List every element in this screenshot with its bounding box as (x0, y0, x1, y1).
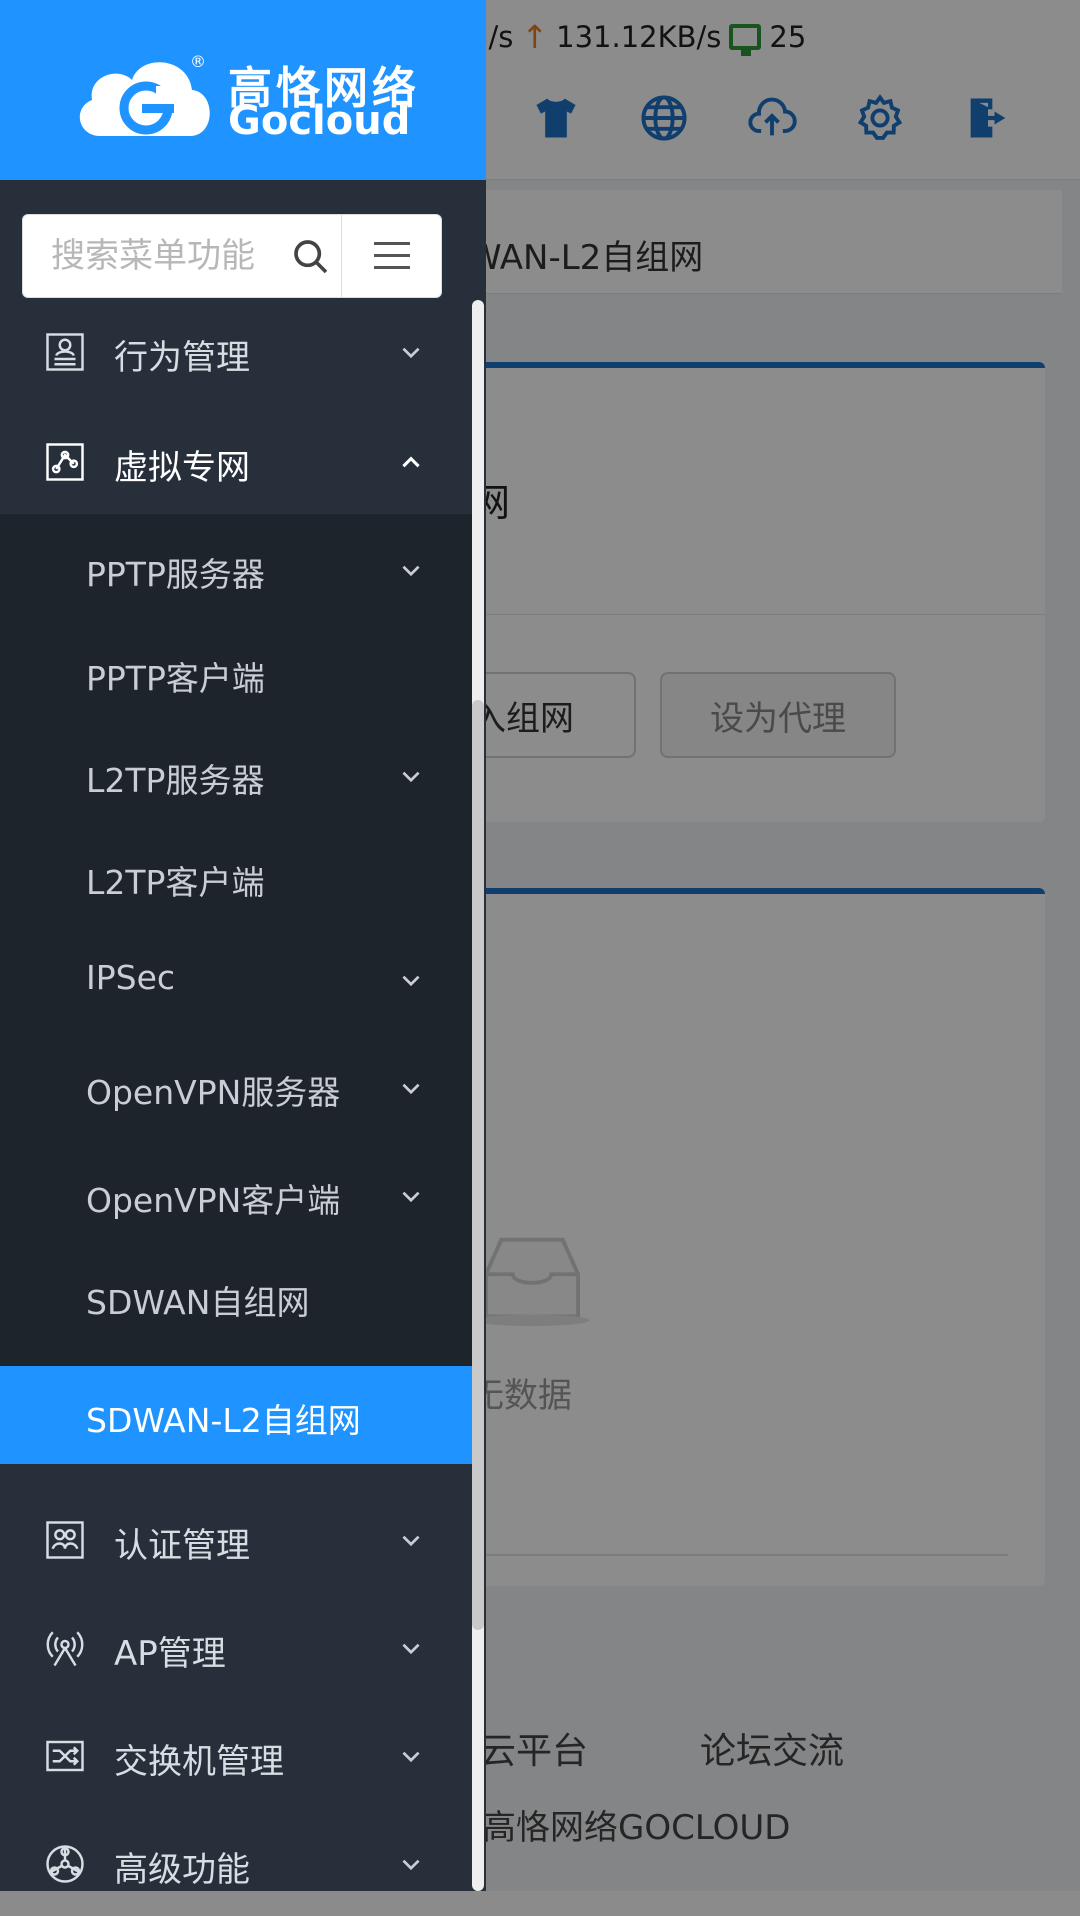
chevron-down-icon (402, 1083, 420, 1095)
chevron-down-icon (402, 347, 420, 359)
menu-item-label: 交换机管理 (114, 1742, 284, 1782)
sub-item-label: SDWAN自组网 (86, 1283, 310, 1322)
sub-item-pptp-server[interactable]: PPTP服务器 (0, 514, 472, 618)
sidebar-scrollbar-thumb[interactable] (472, 700, 484, 1630)
chevron-up-icon (402, 456, 420, 468)
menu-item-behavior[interactable]: 行为管理 (0, 300, 472, 404)
chevron-down-icon (402, 771, 420, 783)
vpn-network-icon (46, 443, 84, 481)
brand-header: ® 高恪网络 Gocloud (0, 0, 486, 180)
search-icon[interactable] (291, 237, 331, 277)
auth-users-icon (46, 1521, 84, 1559)
menu-item-label: 认证管理 (114, 1526, 250, 1566)
sub-item-sdwan-l2[interactable]: SDWAN-L2自组网 (0, 1366, 472, 1464)
sub-item-l2tp-client[interactable]: L2TP客户端 (0, 822, 472, 926)
sub-item-label: IPSec (86, 958, 176, 997)
menu-item-advanced[interactable]: 高级功能 (0, 1812, 472, 1916)
sub-item-label: PPTP服务器 (86, 555, 265, 594)
switch-icon (46, 1740, 84, 1772)
menu-item-label: 高级功能 (114, 1850, 250, 1890)
chevron-down-icon (402, 1535, 420, 1547)
sub-item-label: L2TP服务器 (86, 761, 265, 800)
menu-item-ap[interactable]: AP管理 (0, 1596, 472, 1700)
sub-item-label: OpenVPN服务器 (86, 1073, 341, 1112)
sub-item-label: L2TP客户端 (86, 863, 265, 902)
sub-item-sdwan[interactable]: SDWAN自组网 (0, 1246, 472, 1346)
menu-item-vpn[interactable]: 虚拟专网 (0, 410, 472, 514)
menu-search (22, 214, 442, 298)
sub-item-l2tp-server[interactable]: L2TP服务器 (0, 720, 472, 824)
chevron-down-icon (402, 1751, 420, 1763)
menu-item-label: AP管理 (114, 1634, 226, 1674)
behavior-icon (46, 333, 84, 371)
sub-item-pptp-client[interactable]: PPTP客户端 (0, 618, 472, 722)
advanced-features-icon (46, 1845, 84, 1883)
vpn-submenu: PPTP服务器 PPTP客户端 L2TP服务器 L2TP客户端 IPSec Op… (0, 514, 472, 1464)
menu-item-label: 虚拟专网 (114, 448, 250, 488)
hamburger-icon (373, 242, 410, 269)
sub-item-ipsec[interactable]: IPSec (0, 924, 472, 1028)
brand-name-en: Gocloud (228, 98, 411, 144)
chevron-down-icon (402, 1859, 420, 1871)
chevron-down-icon (402, 565, 420, 577)
menu-item-switch[interactable]: 交换机管理 (0, 1704, 472, 1808)
sub-item-openvpn-client[interactable]: OpenVPN客户端 (0, 1140, 472, 1248)
sub-item-label: OpenVPN客户端 (86, 1181, 341, 1220)
menu-toggle-button[interactable] (341, 215, 441, 297)
sub-item-openvpn-server[interactable]: OpenVPN服务器 (0, 1032, 472, 1140)
chevron-down-icon (402, 1643, 420, 1655)
wireless-ap-icon (46, 1631, 84, 1667)
menu-item-auth[interactable]: 认证管理 (0, 1488, 472, 1592)
chevron-down-icon (402, 1191, 420, 1203)
chevron-down-icon (402, 975, 420, 987)
sub-item-label: PPTP客户端 (86, 659, 265, 698)
sub-item-label: SDWAN-L2自组网 (86, 1401, 361, 1440)
sidebar: ® 高恪网络 Gocloud 行为管理 虚拟专网 (0, 0, 486, 1891)
menu-item-label: 行为管理 (114, 338, 250, 378)
registered-mark: ® (190, 52, 206, 71)
